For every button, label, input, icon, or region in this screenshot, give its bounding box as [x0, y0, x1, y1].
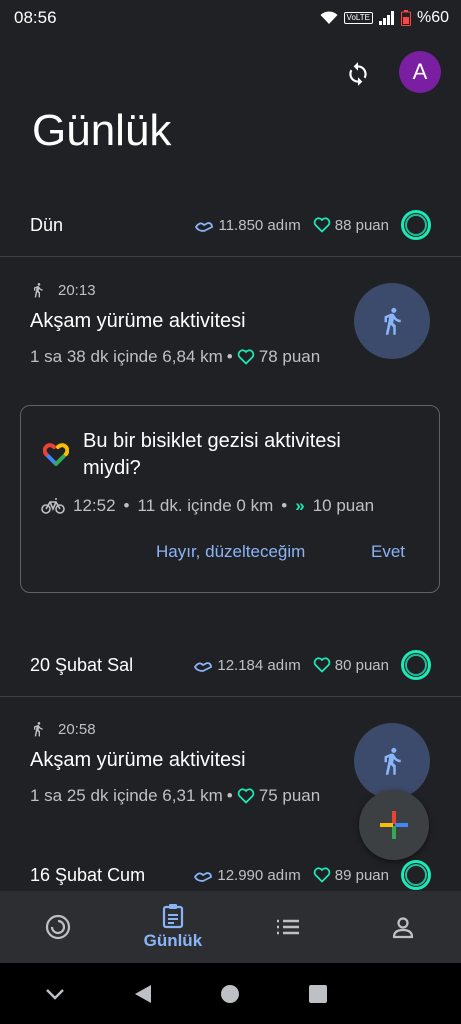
goal-ring-icon [401, 860, 431, 890]
steps-stat: 11.850 adım [194, 217, 301, 234]
google-fit-logo-icon [43, 443, 69, 466]
chevron-down-icon[interactable] [44, 987, 66, 1001]
footsteps-icon [195, 222, 214, 232]
goal-ring-icon [401, 210, 431, 240]
list-icon [277, 919, 300, 935]
home-icon[interactable] [220, 984, 240, 1004]
signal-icon [378, 11, 394, 25]
nav-home[interactable] [0, 891, 115, 963]
move-minutes-icon: » [295, 496, 305, 515]
walking-icon [34, 722, 43, 737]
nav-journal-label: Günlük [143, 931, 203, 950]
points-stat: 88 puan [313, 217, 389, 234]
sync-button[interactable] [338, 54, 378, 94]
walking-icon [34, 283, 43, 298]
volte-badge: VoLTE [343, 12, 373, 24]
nav-browse[interactable] [231, 891, 346, 963]
activity-confirm-card: Bu bir bisiklet gezisi aktivitesi miydi?… [20, 405, 440, 593]
points-stat: 89 puan [313, 867, 389, 884]
plus-icon [380, 811, 408, 839]
points-stat: 80 puan [313, 657, 389, 674]
status-time: 08:56 [14, 8, 57, 27]
card-question: Bu bir bisiklet gezisi aktivitesi miydi? [83, 430, 341, 479]
nav-journal[interactable]: Günlük [115, 891, 230, 963]
activity-type-badge [354, 723, 430, 799]
heart-icon [237, 788, 254, 804]
divider [0, 256, 461, 257]
day-label: Dün [30, 214, 64, 235]
heart-icon [237, 349, 254, 365]
avatar[interactable]: A [399, 51, 441, 93]
day-label: 20 Şubat Sal [30, 654, 134, 675]
steps-stat: 12.990 adım [193, 867, 301, 884]
footsteps-icon [194, 662, 213, 672]
activity-type-badge [354, 283, 430, 359]
day-summary-row[interactable]: Dün 11.850 adım 88 puan [0, 205, 461, 245]
divider [0, 696, 461, 697]
page-title: Günlük [32, 106, 172, 155]
day-label: 16 Şubat Cum [30, 864, 146, 885]
bottom-navigation: Günlük [0, 891, 461, 963]
day-summary-row[interactable]: 16 Şubat Cum 12.990 adım 89 puan [0, 855, 461, 895]
add-activity-button[interactable] [359, 790, 429, 860]
sync-icon [349, 62, 367, 86]
back-icon[interactable] [133, 983, 153, 1005]
journal-icon [162, 904, 183, 929]
avatar-letter: A [412, 59, 428, 84]
battery-icon [400, 10, 411, 26]
status-bar: 08:56 VoLTE %60 [0, 0, 461, 36]
footsteps-icon [194, 872, 213, 882]
home-rings-icon [45, 914, 70, 940]
walking-icon [384, 307, 401, 335]
heart-icon [313, 867, 331, 883]
bicycle-icon [41, 498, 65, 514]
steps-stat: 12.184 adım [193, 657, 301, 674]
day-summary-row[interactable]: 20 Şubat Sal 12.184 adım 80 puan [0, 645, 461, 685]
battery-percent: %60 [416, 9, 449, 26]
profile-icon [393, 917, 414, 939]
system-navigation-bar [0, 963, 461, 1024]
wifi-icon [320, 11, 338, 24]
heart-icon [313, 657, 331, 673]
decline-button[interactable]: Hayır, düzelteceğim [156, 542, 305, 562]
card-meta: 12:52 • 11 dk. içinde 0 km • » 10 puan [41, 496, 374, 516]
confirm-button[interactable]: Evet [371, 542, 405, 562]
heart-icon [313, 217, 331, 233]
nav-profile[interactable] [346, 891, 461, 963]
status-icons: VoLTE %60 [320, 9, 449, 27]
goal-ring-icon [401, 650, 431, 680]
top-bar: A [0, 48, 461, 96]
recents-icon[interactable] [308, 984, 328, 1004]
walking-icon [384, 747, 401, 775]
